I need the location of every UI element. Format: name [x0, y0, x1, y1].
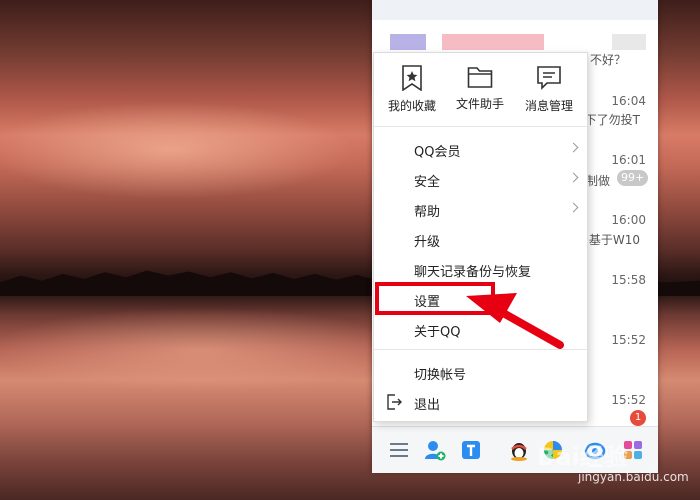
- menu-item-label: QQ会员: [414, 145, 461, 160]
- menu-item-security[interactable]: 安全: [374, 165, 587, 193]
- menu-item-logout[interactable]: 退出: [374, 388, 587, 416]
- unread-count-badge: 99+: [617, 170, 649, 186]
- menu-item-label: 关于QQ: [414, 325, 461, 340]
- unread-count-badge: 1: [630, 410, 646, 426]
- contact-time: 15:58: [611, 273, 646, 287]
- menu-item-label: 切换帐号: [414, 368, 467, 383]
- file-assistant-button[interactable]: 文件助手: [448, 65, 512, 112]
- contact-preview-text: 下了勿投T: [584, 113, 640, 127]
- annotation-highlight-box: [375, 282, 495, 315]
- menu-item-about-qq[interactable]: 关于QQ: [374, 315, 587, 343]
- blurred-name-block: [390, 34, 426, 50]
- watermark-url: jingyan.baidu.com: [578, 470, 689, 484]
- my-favorites-button[interactable]: 我的收藏: [380, 65, 444, 114]
- qq-main-menu: 我的收藏 文件助手 消息管理 QQ会员 安全 帮助 升级 聊天记录备份与恢复 设…: [373, 52, 588, 422]
- contact-preview-text: 基于W10: [588, 233, 640, 247]
- contact-preview-text: 制做: [585, 174, 610, 188]
- folder-icon: [467, 67, 493, 88]
- contact-time: 15:52: [611, 333, 646, 347]
- contact-preview-text: 不好？: [589, 53, 626, 67]
- watermark-logo: Bai经验: [537, 443, 628, 471]
- menu-item-chat-backup[interactable]: 聊天记录备份与恢复: [374, 255, 587, 283]
- qq-penguin-icon[interactable]: [508, 439, 530, 461]
- my-favorites-label: 我的收藏: [387, 99, 436, 113]
- menu-item-switch-account[interactable]: 切换帐号: [374, 358, 587, 386]
- message-manager-button[interactable]: 消息管理: [517, 65, 581, 114]
- menu-item-label: 帮助: [414, 205, 441, 220]
- main-menu-icon[interactable]: [388, 439, 410, 461]
- qq-header: [372, 0, 658, 20]
- add-contact-icon[interactable]: [424, 439, 446, 461]
- menu-item-label: 聊天记录备份与恢复: [414, 265, 532, 280]
- contact-time: 16:01: [611, 153, 646, 167]
- file-assistant-label: 文件助手: [455, 97, 504, 111]
- menu-item-label: 安全: [414, 175, 441, 190]
- chat-bubble-icon: [537, 66, 561, 90]
- menu-item-qq-vip[interactable]: QQ会员: [374, 135, 587, 163]
- star-bookmark-icon: [402, 65, 422, 91]
- menu-item-help[interactable]: 帮助: [374, 195, 587, 223]
- message-manager-label: 消息管理: [524, 99, 573, 113]
- chevron-right-icon: [568, 142, 579, 153]
- menu-item-label: 升级: [414, 235, 441, 250]
- menu-item-upgrade[interactable]: 升级: [374, 225, 587, 253]
- menu-divider: [374, 349, 587, 350]
- contact-time: 16:04: [611, 94, 646, 108]
- blurred-name-block: [442, 34, 544, 50]
- menu-divider: [374, 126, 587, 127]
- chevron-right-icon: [568, 202, 579, 213]
- contact-time: 16:00: [611, 213, 646, 227]
- chevron-right-icon: [568, 172, 579, 183]
- logout-icon: [386, 394, 402, 414]
- file-transfer-icon[interactable]: [460, 439, 482, 461]
- menu-item-label: 退出: [414, 398, 441, 413]
- contact-time: 15:52: [611, 393, 646, 407]
- blurred-name-block: [612, 34, 646, 50]
